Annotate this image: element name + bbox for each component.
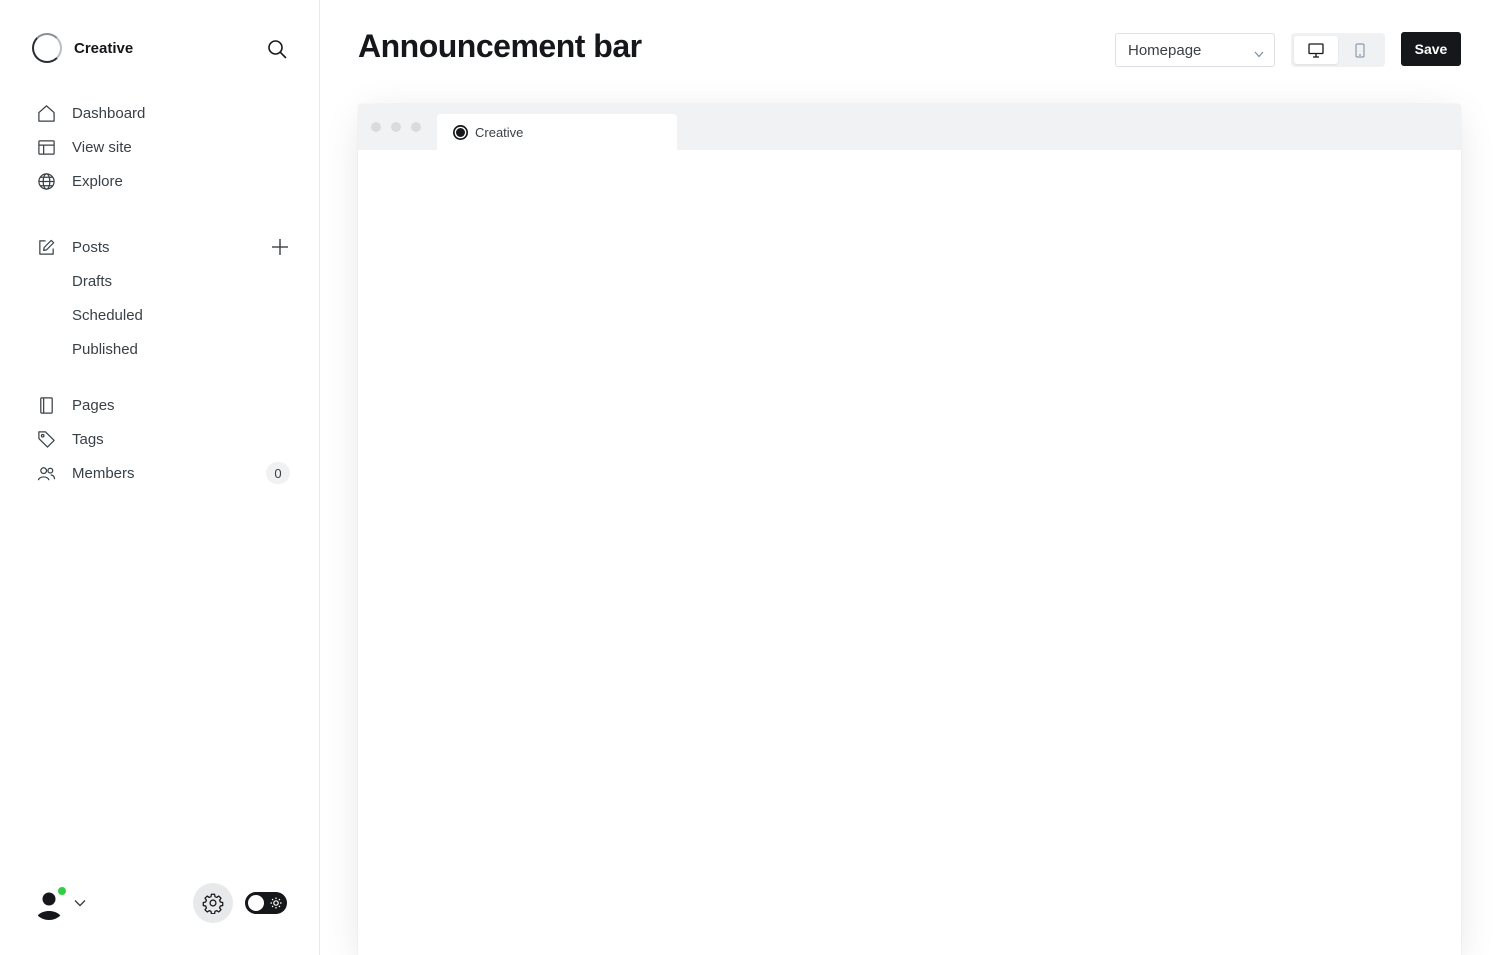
desktop-view-button[interactable] (1294, 36, 1338, 64)
tag-icon (36, 429, 56, 449)
theme-toggle[interactable] (245, 892, 287, 914)
nav-label-dashboard: Dashboard (72, 104, 146, 122)
plus-icon (272, 239, 288, 255)
nav-item-pages[interactable]: Pages (36, 388, 290, 422)
nav-label-published: Published (72, 340, 138, 358)
members-icon (36, 463, 56, 483)
page-title: Announcement bar (358, 28, 642, 64)
nav-item-posts[interactable]: Posts (36, 230, 290, 264)
window-dot (391, 122, 401, 132)
nav-label-drafts: Drafts (72, 272, 113, 290)
save-button[interactable]: Save (1401, 32, 1461, 66)
settings-button[interactable] (193, 883, 233, 923)
desktop-icon (1308, 42, 1324, 58)
nav-item-members[interactable]: Members 0 (36, 456, 290, 490)
favicon-icon (453, 124, 468, 140)
new-post-button[interactable] (270, 237, 290, 257)
chevron-down-icon (1254, 45, 1264, 62)
sidebar: Creative Dashboard View site Explore Pos… (0, 0, 320, 955)
nav-label-tags: Tags (72, 430, 104, 448)
nav-label-members: Members (72, 464, 135, 482)
site-brand[interactable]: Creative (32, 32, 133, 64)
nav-item-published[interactable]: Published (36, 332, 290, 366)
online-status-dot (57, 886, 67, 896)
globe-icon (36, 171, 56, 191)
site-logo (32, 33, 62, 63)
page-icon (36, 395, 56, 415)
preview-page-select[interactable]: Homepage (1115, 33, 1275, 67)
search-icon (268, 40, 287, 59)
window-dot (411, 122, 421, 132)
window-dot (371, 122, 381, 132)
select-value: Homepage (1128, 41, 1202, 59)
browser-tab: Creative (437, 114, 677, 150)
mobile-icon (1355, 42, 1365, 58)
nav-item-explore[interactable]: Explore (36, 164, 290, 198)
nav-label-view-site: View site (72, 138, 132, 156)
chevron-down-icon (74, 894, 86, 912)
nav-item-drafts[interactable]: Drafts (36, 264, 290, 298)
nav-label-pages: Pages (72, 396, 115, 414)
nav-label-explore: Explore (72, 172, 123, 190)
gear-icon (202, 893, 224, 914)
user-menu[interactable] (32, 884, 86, 922)
primary-nav: Dashboard View site Explore (36, 96, 290, 198)
nav-label-scheduled: Scheduled (72, 306, 143, 324)
browser-toolbar: Creative (358, 104, 1461, 150)
search-button[interactable] (264, 36, 290, 62)
device-toggle (1291, 33, 1385, 67)
site-preview-frame: Creative (358, 104, 1461, 955)
members-count-badge: 0 (266, 462, 290, 484)
mobile-view-button[interactable] (1338, 36, 1382, 64)
toggle-knob (248, 895, 264, 911)
site-name: Creative (74, 39, 134, 57)
nav-item-view-site[interactable]: View site (36, 130, 290, 164)
browser-tab-title: Creative (475, 124, 524, 140)
preview-content[interactable] (358, 150, 1461, 955)
pencil-square-icon (36, 237, 56, 257)
sun-icon (269, 896, 283, 910)
layout-icon (36, 137, 56, 157)
nav-label-posts: Posts (72, 238, 110, 256)
nav-item-tags[interactable]: Tags (36, 422, 290, 456)
home-icon (36, 103, 56, 123)
nav-item-scheduled[interactable]: Scheduled (36, 298, 290, 332)
posts-nav: Posts Drafts Scheduled Published (36, 230, 290, 366)
secondary-nav: Pages Tags Members 0 (36, 388, 290, 490)
nav-item-dashboard[interactable]: Dashboard (36, 96, 290, 130)
